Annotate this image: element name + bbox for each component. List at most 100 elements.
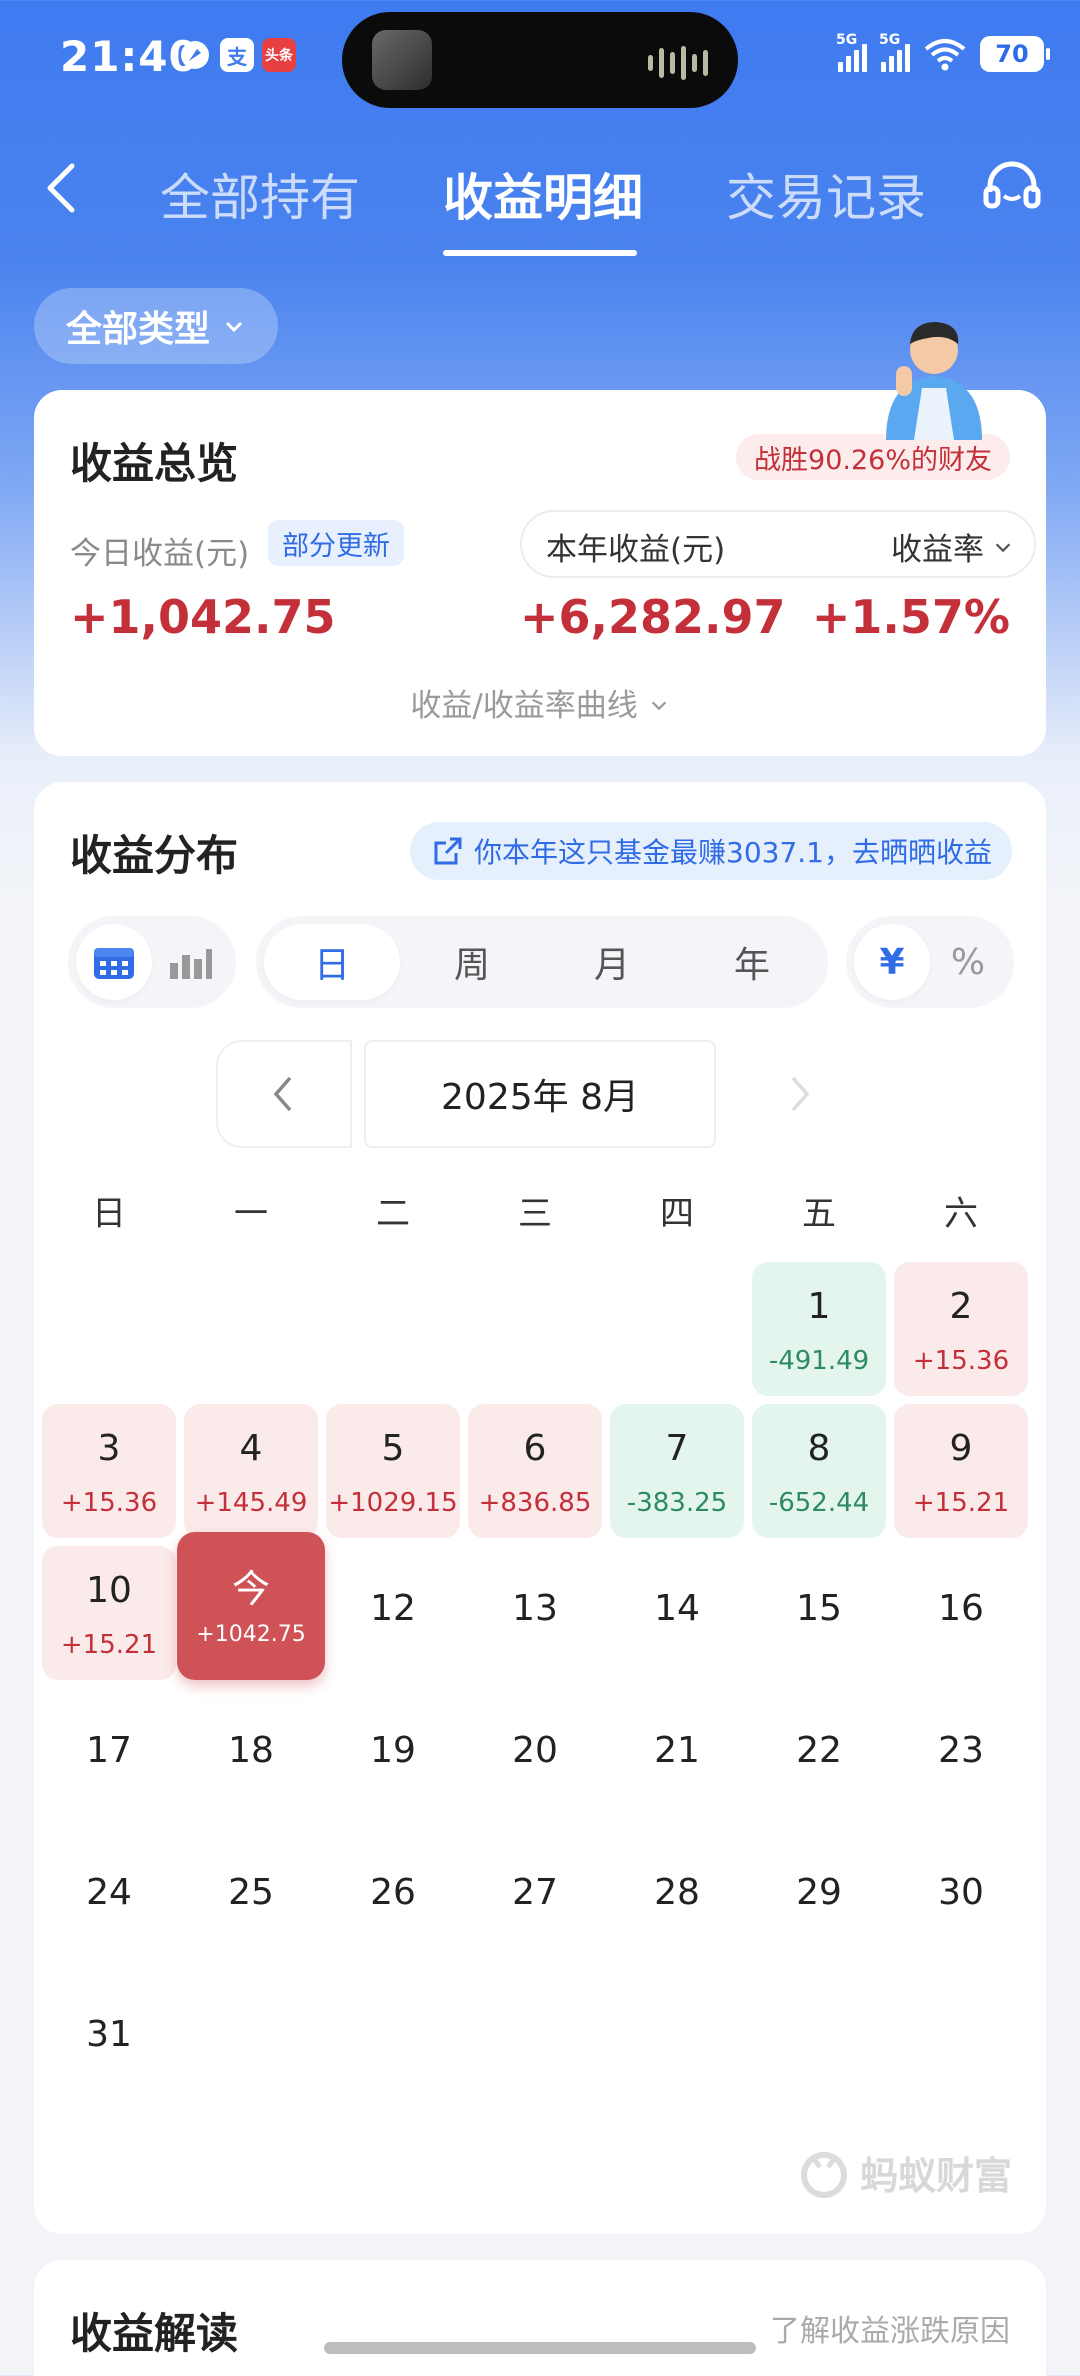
partial-update-badge[interactable]: 部分更新 — [268, 520, 404, 566]
chart-view-button[interactable] — [152, 924, 228, 1000]
share-income-banner[interactable]: 你本年这只基金最赚3037.1，去晒晒收益 — [410, 822, 1012, 880]
tab-income-detail[interactable]: 收益明细 — [443, 158, 643, 230]
day-number: 21 — [654, 1730, 700, 1771]
chevron-right-icon — [791, 1076, 810, 1112]
day-number: 12 — [370, 1588, 416, 1629]
calendar-day[interactable]: 20 — [468, 1688, 602, 1822]
year-rate-selector[interactable]: 本年收益(元) 收益率 — [520, 510, 1036, 578]
period-day-tab[interactable]: 日 — [264, 924, 400, 1000]
day-income-value: -491.49 — [768, 1346, 870, 1376]
calendar-day[interactable]: 13 — [468, 1546, 602, 1680]
calendar-day[interactable]: 16 — [894, 1546, 1028, 1680]
period-month-tab[interactable]: 月 — [544, 924, 680, 1000]
day-number: 25 — [228, 1872, 274, 1913]
return-rate-value: +1.57% — [811, 590, 1010, 644]
calendar-day[interactable]: 4 +145.49 — [184, 1404, 318, 1538]
curve-link-label: 收益/收益率曲线 — [410, 688, 638, 724]
dynamic-island[interactable] — [342, 12, 738, 108]
mascot-illustration — [886, 322, 982, 440]
back-arrow-icon[interactable] — [36, 158, 96, 218]
share-icon — [434, 837, 462, 865]
prev-month-button[interactable] — [216, 1040, 352, 1148]
calendar-day[interactable]: 23 — [894, 1688, 1028, 1822]
fund-type-label: 全部类型 — [66, 309, 211, 350]
day-number: 23 — [938, 1730, 984, 1771]
calendar-day[interactable]: 30 — [894, 1830, 1028, 1964]
day-number: 今 — [231, 1567, 270, 1611]
calendar-day[interactable]: 26 — [326, 1830, 460, 1964]
rank-badge[interactable]: 战胜90.26%的财友 — [736, 434, 1010, 480]
calendar-day[interactable]: 12 — [326, 1546, 460, 1680]
calendar-day[interactable]: 9 +15.21 — [894, 1404, 1028, 1538]
current-month-label[interactable]: 2025年 8月 — [364, 1040, 716, 1148]
period-year-tab[interactable]: 年 — [684, 924, 820, 1000]
chevron-left-icon — [273, 1076, 292, 1112]
calendar-view-button[interactable] — [76, 924, 152, 1000]
calendar-day[interactable]: 19 — [326, 1688, 460, 1822]
weekday-label: 五 — [802, 1194, 836, 1234]
calendar-day[interactable]: 8 -652.44 — [752, 1404, 886, 1538]
interpretation-link[interactable]: 了解收益涨跌原因 — [770, 2306, 1010, 2350]
view-toggle — [68, 916, 236, 1008]
signal-icon: 5G — [836, 32, 867, 72]
weekday-label: 一 — [234, 1194, 268, 1234]
day-number: 29 — [796, 1872, 842, 1913]
calendar-day[interactable]: 3 +15.36 — [42, 1404, 176, 1538]
calendar-day-today[interactable]: 今 +1042.75 — [177, 1532, 325, 1680]
day-number: 19 — [370, 1730, 416, 1771]
calendar-day[interactable]: 27 — [468, 1830, 602, 1964]
day-number: 18 — [228, 1730, 274, 1771]
calendar-day[interactable]: 18 — [184, 1688, 318, 1822]
calendar-day[interactable]: 31 — [42, 1972, 176, 2106]
day-number: 31 — [86, 2014, 132, 2055]
year-income-label: 本年收益(元) — [546, 532, 726, 568]
day-income-value: +1042.75 — [196, 1622, 306, 1647]
day-income-value: +15.36 — [60, 1488, 158, 1518]
tab-all-holdings[interactable]: 全部持有 — [160, 158, 360, 230]
weekday-label: 六 — [944, 1194, 978, 1234]
calendar-day[interactable]: 22 — [752, 1688, 886, 1822]
customer-service-icon[interactable] — [980, 156, 1044, 220]
top-nav: 全部持有 收益明细 交易记录 — [0, 130, 1080, 260]
calendar-day[interactable]: 1 -491.49 — [752, 1262, 886, 1396]
day-number: 9 — [949, 1428, 973, 1469]
day-number: 10 — [86, 1570, 132, 1611]
calendar-day[interactable]: 15 — [752, 1546, 886, 1680]
calendar-day[interactable]: 21 — [610, 1688, 744, 1822]
day-number: 22 — [796, 1730, 842, 1771]
signal-icon: 5G — [879, 32, 910, 72]
toutiao-icon: 头条 — [262, 38, 296, 72]
compass-icon — [178, 38, 212, 72]
weekday-label: 二 — [376, 1194, 410, 1234]
day-number: 7 — [665, 1428, 689, 1469]
calendar-day[interactable]: 2 +15.36 — [894, 1262, 1028, 1396]
rate-label: 收益率 — [891, 532, 984, 568]
active-tab-indicator — [443, 250, 637, 256]
calendar-day[interactable]: 7 -383.25 — [610, 1404, 744, 1538]
calendar-day[interactable]: 5 +1029.15 — [326, 1404, 460, 1538]
day-number: 28 — [654, 1872, 700, 1913]
unit-amount-tab[interactable]: ¥ — [854, 924, 930, 1000]
day-number: 17 — [86, 1730, 132, 1771]
income-overview-card: 收益总览 战胜90.26%的财友 今日收益(元) 部分更新 本年收益(元) 收益… — [34, 390, 1046, 756]
weekday-label: 三 — [518, 1194, 552, 1234]
calendar-day[interactable]: 10 +15.21 — [42, 1546, 176, 1680]
calendar-day[interactable]: 24 — [42, 1830, 176, 1964]
next-month-button[interactable] — [734, 1040, 864, 1148]
share-banner-text: 你本年这只基金最赚3037.1，去晒晒收益 — [474, 836, 992, 869]
tab-transactions[interactable]: 交易记录 — [726, 158, 926, 230]
calendar-day[interactable]: 17 — [42, 1688, 176, 1822]
unit-percent-tab[interactable]: % — [930, 924, 1006, 1000]
rate-dropdown[interactable]: 收益率 — [891, 524, 1014, 569]
curve-toggle[interactable]: 收益/收益率曲线 — [34, 680, 1046, 725]
calendar-day[interactable]: 25 — [184, 1830, 318, 1964]
home-indicator[interactable] — [324, 2342, 756, 2354]
alipay-icon: 支 — [220, 38, 254, 72]
period-toggle: 日 周 月 年 — [256, 916, 828, 1008]
period-week-tab[interactable]: 周 — [404, 924, 540, 1000]
calendar-day[interactable]: 14 — [610, 1546, 744, 1680]
calendar-day[interactable]: 29 — [752, 1830, 886, 1964]
fund-type-filter[interactable]: 全部类型 — [34, 288, 279, 364]
calendar-day[interactable]: 6 +836.85 — [468, 1404, 602, 1538]
calendar-day[interactable]: 28 — [610, 1830, 744, 1964]
